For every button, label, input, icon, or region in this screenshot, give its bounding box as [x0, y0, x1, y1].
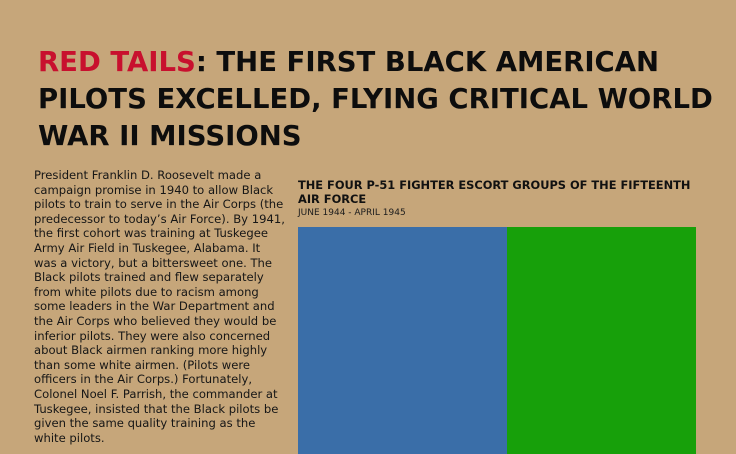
infographic-subtitle: JUNE 1944 - APRIL 1945 — [298, 208, 406, 218]
infographic: THE FOUR P-51 FIGHTER ESCORT GROUPS OF T… — [298, 178, 696, 454]
title-accent: RED TAILS — [38, 46, 196, 78]
color-blocks — [298, 227, 696, 454]
color-block-1 — [298, 227, 507, 454]
infographic-title: THE FOUR P-51 FIGHTER ESCORT GROUPS OF T… — [298, 178, 691, 206]
page-title: RED TAILS: THE FIRST BLACK AMERICAN PILO… — [38, 44, 718, 155]
article-body: President Franklin D. Roosevelt made a c… — [34, 168, 285, 445]
color-block-2 — [506, 227, 696, 454]
